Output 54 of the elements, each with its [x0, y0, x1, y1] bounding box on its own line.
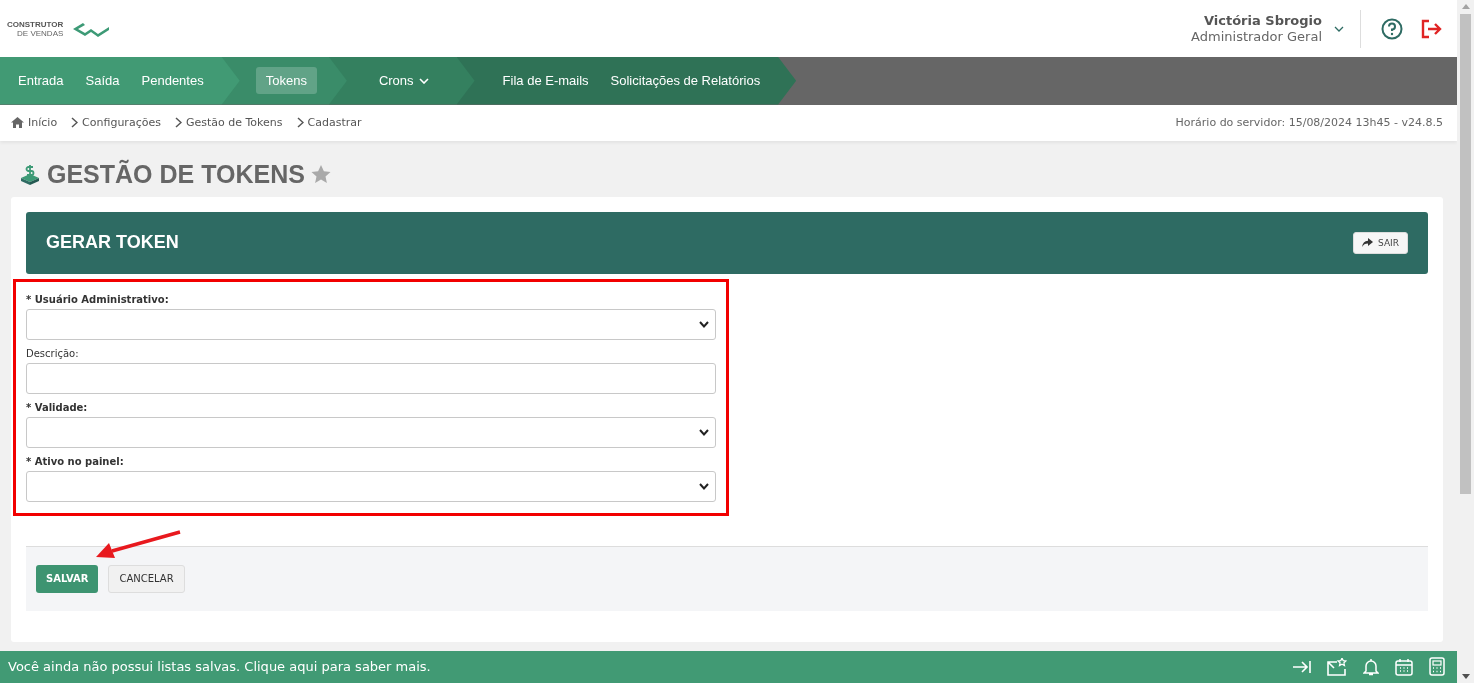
collapse-icon[interactable] [1293, 659, 1311, 674]
field-label: * Ativo no painel: [26, 455, 125, 467]
chevron-down-icon [699, 428, 709, 436]
scrollbar[interactable] [1457, 0, 1474, 683]
nav-tab[interactable]: Entrada [8, 67, 74, 95]
logo-text: DE VENDAS [17, 28, 64, 38]
exit-button[interactable]: SAIR [1353, 231, 1408, 254]
breadcrumb-link[interactable]: Gestão de Tokens [185, 116, 283, 130]
chevron-right-icon [296, 117, 304, 129]
nav-tab[interactable]: Solicitações de Relatórios [600, 67, 771, 95]
nav-tab[interactable]: Fila de E-mails [492, 67, 599, 95]
panel-title: GERAR TOKEN [46, 232, 179, 254]
page-title: GESTÃO DE TOKENS [47, 160, 305, 190]
nav-tab[interactable]: Saída [75, 67, 130, 95]
scroll-down-icon[interactable] [1461, 674, 1470, 679]
chevron-down-icon [699, 320, 709, 328]
breadcrumb-link[interactable]: Cadastrar [307, 116, 362, 130]
scrollbar-thumb[interactable] [1460, 14, 1471, 494]
bell-icon[interactable] [1363, 657, 1379, 676]
logo-text: CONSTRUTOR [7, 19, 64, 29]
mail-star-icon[interactable] [1327, 657, 1347, 676]
save-button[interactable]: SALVAR [36, 564, 99, 593]
star-icon[interactable] [310, 165, 331, 185]
cancel-button[interactable]: CANCELAR [108, 564, 185, 593]
chevron-right-icon [174, 117, 182, 129]
select-field[interactable] [26, 308, 716, 340]
chevron-down-icon [699, 482, 709, 490]
select-field[interactable] [26, 470, 716, 502]
breadcrumb-link[interactable]: Início [28, 116, 58, 130]
help-icon[interactable] [1381, 17, 1403, 40]
share-arrow-icon [1362, 238, 1374, 248]
calendar-icon[interactable] [1395, 657, 1413, 676]
user-role: Administrador Geral [1191, 28, 1322, 45]
caret-icon [418, 77, 429, 84]
select-field[interactable] [26, 416, 716, 448]
user-name: Victória Sbrogio [1204, 12, 1322, 29]
calculator-icon[interactable] [1429, 657, 1445, 677]
nav-tab[interactable]: Crons [368, 67, 439, 95]
home-icon [11, 117, 24, 129]
logout-icon[interactable] [1421, 18, 1443, 39]
nav-tab[interactable]: Pendentes [131, 67, 214, 95]
saved-lists-link[interactable]: Você ainda não possui listas salvas. Clique aqui para saber mais. [8, 659, 431, 675]
field-label: * Validade: [26, 401, 89, 413]
field-label: * Usuário Administrativo: [26, 293, 170, 305]
chevron-down-icon[interactable] [1334, 25, 1344, 32]
logo-icon [71, 20, 112, 37]
nav-tab[interactable]: Tokens [255, 67, 317, 95]
input-field[interactable] [26, 362, 716, 394]
scroll-up-icon[interactable] [1461, 4, 1470, 9]
server-time: Horário do servidor: 15/08/2024 13h45 - v24.8.5 [1175, 116, 1443, 130]
money-box-icon [19, 163, 41, 186]
chevron-right-icon [71, 117, 79, 129]
breadcrumb-link[interactable]: Configurações [82, 116, 161, 130]
field-label: Descrição: [26, 347, 80, 359]
